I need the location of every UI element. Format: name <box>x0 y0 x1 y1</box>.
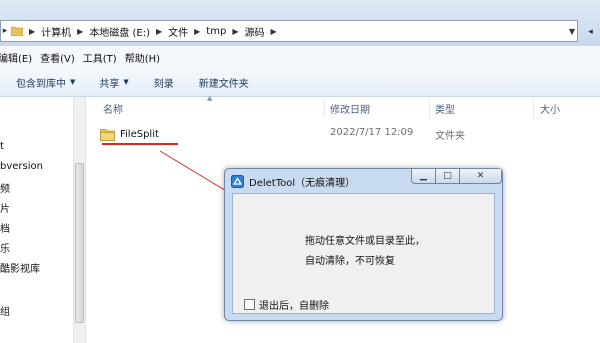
address-box[interactable]: ▸ ▶ 计算机 ▶ 本地磁盘 (E:) ▶ 文件 ▶ tmp ▶ 源码 ▶ ▼ <box>0 20 578 42</box>
app-icon <box>231 174 244 188</box>
menu-tools[interactable]: 工具(T) <box>83 50 125 65</box>
window-controls: ▁ □ ✕ <box>411 169 502 184</box>
navigation-scrollbar[interactable] <box>73 97 85 343</box>
breadcrumb-local-disk[interactable]: 本地磁盘 (E:) <box>86 21 153 41</box>
menu-help[interactable]: 帮助(H) <box>125 50 168 65</box>
nav-item-music[interactable]: 乐 <box>0 240 10 255</box>
include-in-library-button[interactable]: 包含到库中 ▼ <box>16 75 75 90</box>
column-header-date[interactable]: 修改日期 <box>330 97 370 119</box>
self-delete-label[interactable]: 退出后，自删除 <box>259 297 329 312</box>
minimize-icon: ▁ <box>420 171 427 181</box>
annotation-underline <box>102 143 178 145</box>
column-header-name[interactable]: 名称 <box>103 97 123 119</box>
dialog-title: DeletTool（无痕清理） <box>249 177 356 189</box>
burn-button[interactable]: 刻录 <box>154 75 174 90</box>
breadcrumb-separator-icon[interactable]: ▶ <box>191 27 203 36</box>
breadcrumb-tmp[interactable]: tmp <box>203 21 229 41</box>
file-name: FileSplit <box>120 128 159 140</box>
include-in-library-label: 包含到库中 <box>16 78 66 90</box>
share-label: 共享 <box>99 78 120 90</box>
minimize-button[interactable]: ▁ <box>411 169 436 184</box>
column-divider[interactable] <box>324 99 325 117</box>
drop-instruction-line: 拖动任意文件或目录至此， <box>305 236 425 247</box>
close-button[interactable]: ✕ <box>460 169 502 184</box>
folder-icon <box>11 26 23 36</box>
self-delete-option[interactable]: 退出后，自删除 <box>244 297 329 312</box>
column-divider[interactable] <box>533 99 534 117</box>
file-row[interactable]: FileSplit <box>100 124 159 144</box>
breadcrumb-separator-icon[interactable]: ▶ <box>74 27 86 36</box>
nav-item-t[interactable]: t <box>0 141 4 152</box>
column-header-size[interactable]: 大小 <box>540 97 560 119</box>
chevron-down-icon: ▼ <box>70 78 76 86</box>
breadcrumb-separator-icon[interactable]: ▶ <box>153 27 165 36</box>
sort-ascending-icon: ▲ <box>207 94 213 102</box>
file-modified-date: 2022/7/17 12:09 <box>330 127 414 138</box>
dialog-titlebar[interactable]: DeletTool（无痕清理） <box>231 172 355 190</box>
breadcrumb-files[interactable]: 文件 <box>165 21 191 41</box>
menu-edit[interactable]: 编辑(E) <box>0 50 40 65</box>
address-dropdown-icon[interactable]: ▼ <box>569 27 575 36</box>
nav-item-homegroup[interactable]: 组 <box>0 303 10 318</box>
nav-item-bversion[interactable]: bversion <box>0 161 43 172</box>
chevron-down-icon: ▼ <box>123 78 129 86</box>
command-toolbar: 包含到库中 ▼ 共享 ▼ 刻录 新建文件夹 <box>0 68 600 97</box>
column-divider[interactable] <box>429 99 430 117</box>
self-delete-checkbox[interactable] <box>244 299 255 310</box>
drop-instructions: 拖动任意文件或目录至此， 自动清除，不可恢复 <box>305 232 425 272</box>
nav-item-pictures[interactable]: 片 <box>0 200 10 215</box>
maximize-icon: □ <box>443 171 452 181</box>
nav-item-documents[interactable]: 档 <box>0 220 10 235</box>
drop-instruction-line: 自动清除，不可恢复 <box>305 256 395 267</box>
nav-left-arrow-icon[interactable]: ▸ <box>1 21 9 41</box>
delettool-dialog: DeletTool（无痕清理） ▁ □ ✕ 拖动任意文件或目录至此， 自动清除，… <box>224 168 503 321</box>
address-bar-area: ▸ ▶ 计算机 ▶ 本地磁盘 (E:) ▶ 文件 ▶ tmp ▶ 源码 ▶ ▼ … <box>0 0 600 46</box>
nav-item-video-library[interactable]: 酷影视库 <box>0 260 40 275</box>
menu-bar: 编辑(E) 查看(V) 工具(T) 帮助(H) <box>0 46 600 69</box>
share-button[interactable]: 共享 ▼ <box>99 75 128 90</box>
new-folder-button[interactable]: 新建文件夹 <box>199 75 249 90</box>
menu-view[interactable]: 查看(V) <box>40 50 83 65</box>
close-icon: ✕ <box>476 171 485 181</box>
folder-icon <box>100 128 115 141</box>
drop-zone[interactable]: 拖动任意文件或目录至此， 自动清除，不可恢复 退出后，自删除 <box>232 193 495 314</box>
file-type: 文件夹 <box>435 131 465 142</box>
column-header-type[interactable]: 类型 <box>435 97 455 119</box>
nav-item-videos[interactable]: 频 <box>0 180 10 195</box>
maximize-button[interactable]: □ <box>436 169 460 184</box>
history-back-icon[interactable]: ◂ <box>581 24 600 40</box>
breadcrumb-computer[interactable]: 计算机 <box>38 21 74 41</box>
breadcrumb-separator-icon[interactable]: ▶ <box>267 27 279 36</box>
breadcrumb-separator-icon[interactable]: ▶ <box>26 27 38 36</box>
breadcrumb-separator-icon[interactable]: ▶ <box>229 27 241 36</box>
breadcrumb-source[interactable]: 源码 <box>241 21 267 41</box>
scrollbar-thumb[interactable] <box>75 163 84 323</box>
